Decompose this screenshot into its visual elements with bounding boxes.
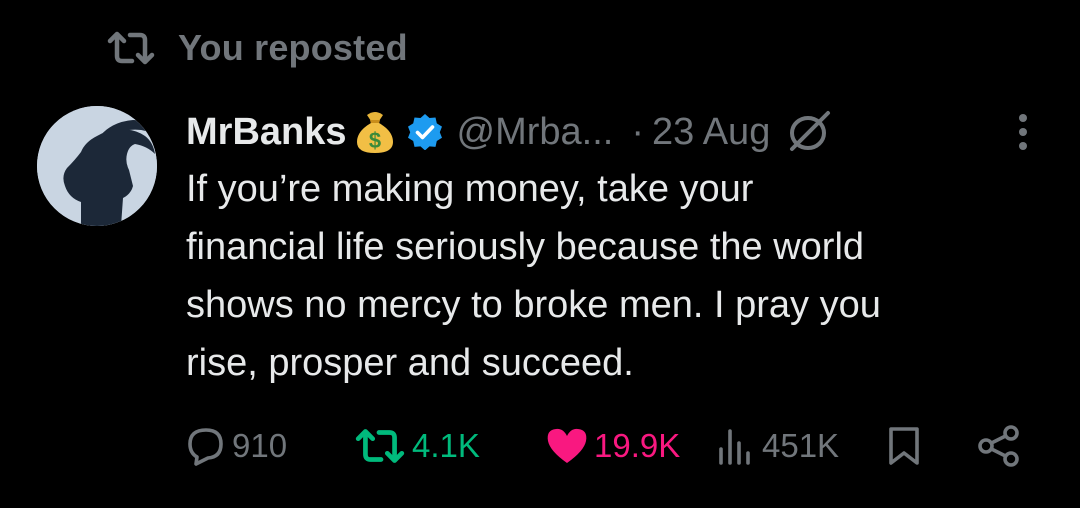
repost-count: 4.1K [412, 427, 480, 464]
reply-count: 910 [232, 427, 288, 464]
views-button[interactable]: 451K [716, 420, 839, 472]
separator-dot: · [631, 110, 644, 153]
svg-text:$: $ [368, 128, 380, 153]
repost-button[interactable]: 4.1K [354, 420, 480, 472]
like-button[interactable]: 19.9K [546, 420, 680, 472]
views-icon [716, 427, 756, 465]
tweet-actions: 910 4.1K 19.9K 451K [186, 420, 1026, 472]
tweet-header: MrBanks $ @Mrba... · 23 Aug [186, 104, 1036, 160]
bookmark-button[interactable] [886, 420, 922, 472]
money-bag-icon: $ [353, 109, 397, 155]
repost-context: You reposted [106, 26, 408, 70]
repost-label: You reposted [178, 27, 408, 68]
repost-icon [106, 30, 156, 66]
view-count: 451K [762, 427, 840, 464]
tweet-timestamp[interactable]: 23 Aug [652, 111, 770, 154]
repost-action-icon [354, 427, 406, 465]
edited-icon[interactable] [784, 109, 834, 155]
goat-silhouette-avatar [37, 106, 157, 226]
verified-badge-icon[interactable] [407, 114, 443, 150]
bookmark-icon [886, 425, 922, 467]
reply-button[interactable]: 910 [186, 420, 287, 472]
author-handle[interactable]: @Mrba... [457, 111, 614, 154]
share-icon [976, 424, 1022, 468]
like-count: 19.9K [594, 427, 681, 464]
share-button[interactable] [976, 420, 1022, 472]
heart-icon [546, 427, 588, 465]
author-display-name[interactable]: MrBanks [186, 111, 347, 154]
reply-icon [186, 426, 226, 466]
tweet-text: If you’re making money, take your financ… [186, 168, 881, 384]
more-options-icon[interactable] [1016, 112, 1030, 152]
avatar[interactable] [37, 106, 157, 226]
